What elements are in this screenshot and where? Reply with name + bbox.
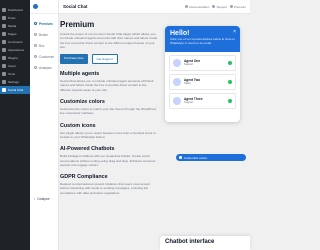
avatar bbox=[173, 58, 181, 67]
plugin-sidebar: Premium Button Box Customize Analytics ‹… bbox=[30, 0, 59, 250]
star-icon bbox=[34, 22, 37, 25]
support-link[interactable]: Support bbox=[212, 5, 227, 9]
whatsapp-icon bbox=[228, 60, 232, 65]
whatsapp-icon bbox=[2, 88, 6, 92]
chart-icon bbox=[34, 66, 37, 69]
documentation-link[interactable]: Documentation bbox=[185, 5, 209, 9]
sidebar-item-analytics[interactable]: Analytics bbox=[30, 62, 58, 73]
box-icon bbox=[34, 44, 37, 47]
section-custom-icons: Custom icons Our plugin allows you to se… bbox=[60, 123, 158, 140]
purchase-button[interactable]: Purchase Now bbox=[60, 54, 88, 65]
section-title: GDPR Compliance bbox=[60, 174, 108, 181]
wp-menu-settings[interactable]: Settings bbox=[0, 78, 30, 86]
whatsapp-icon bbox=[228, 98, 232, 103]
help-icon bbox=[212, 5, 216, 8]
support-button[interactable]: Get Support bbox=[91, 54, 118, 65]
sidebar-item-box[interactable]: Box bbox=[30, 40, 58, 51]
button-icon bbox=[34, 33, 37, 36]
section-title: Multiple agents bbox=[60, 71, 100, 78]
media-icon bbox=[2, 24, 6, 28]
section-text: Build intelligent chatbots with our visu… bbox=[60, 154, 156, 167]
brush-icon bbox=[34, 55, 37, 58]
wp-menu-comments[interactable]: Comments bbox=[0, 38, 30, 46]
widget-subtitle: Click one of our representatives below t… bbox=[170, 37, 235, 45]
section-title: Custom icons bbox=[60, 122, 96, 129]
wp-menu-dashboard[interactable]: Dashboard bbox=[0, 6, 30, 14]
chatbot-preview-card: Chatbot interface bbox=[160, 236, 250, 250]
wp-menu-social-chat[interactable]: Social Chat bbox=[0, 86, 30, 94]
section-text: Customize the colors to match your site … bbox=[60, 107, 157, 116]
agent-role: Support bbox=[184, 63, 194, 67]
sidebar-item-button[interactable]: Button bbox=[30, 29, 58, 40]
section-ai-chatbots: AI-Powered Chatbots Build intelligent ch… bbox=[60, 146, 158, 167]
section-text: Our plugin allows you to select between … bbox=[60, 130, 156, 139]
page-title: Premium bbox=[60, 20, 95, 29]
comments-icon bbox=[2, 40, 6, 44]
pages-icon bbox=[2, 32, 6, 36]
customize-colors-preview[interactable]: Customize colors bbox=[176, 154, 246, 161]
premium-link[interactable]: Premium bbox=[229, 5, 246, 9]
agent-card[interactable]: Agent One Support bbox=[169, 54, 236, 71]
avatar bbox=[173, 77, 181, 86]
users-icon bbox=[2, 64, 6, 68]
sidebar-item-premium[interactable]: Premium bbox=[30, 18, 58, 29]
wp-menu-appearance[interactable]: Appearance bbox=[0, 46, 30, 54]
section-multiple-agents: Multiple agents Social Chat allows you t… bbox=[60, 71, 158, 92]
section-text: Respect to international consent initiat… bbox=[60, 182, 150, 195]
wp-admin-sidebar: Dashboard Posts Media Pages Comments App… bbox=[0, 0, 30, 250]
book-icon bbox=[185, 5, 189, 8]
avatar bbox=[173, 96, 181, 105]
intro-text: Unlock the power of our premium Social C… bbox=[60, 32, 158, 49]
plugin-brand bbox=[30, 0, 58, 14]
section-title: Customize colors bbox=[60, 99, 105, 106]
wp-menu-posts[interactable]: Posts bbox=[0, 14, 30, 22]
wp-menu-tools[interactable]: Tools bbox=[0, 70, 30, 78]
agent-card[interactable]: Agent Three Support bbox=[169, 92, 236, 109]
collapse-button[interactable]: ‹ Collapse bbox=[34, 197, 49, 201]
close-icon[interactable]: × bbox=[233, 29, 236, 35]
chatbot-preview-title: Chatbot interface bbox=[165, 239, 215, 245]
app-title: Social Chat bbox=[63, 4, 88, 9]
chat-widget-preview: Hello! Click one of our representatives … bbox=[165, 26, 240, 122]
top-bar: Social Chat Documentation Support Premiu… bbox=[59, 0, 250, 14]
section-text: Social Chat allows you to include unlimi… bbox=[60, 79, 154, 92]
star-icon bbox=[229, 5, 233, 8]
agent-role: Support bbox=[184, 101, 194, 105]
appearance-icon bbox=[2, 48, 6, 52]
wp-menu-users[interactable]: Users bbox=[0, 62, 30, 70]
agent-role: Sales bbox=[184, 82, 191, 86]
dashboard-icon bbox=[2, 8, 6, 12]
wp-menu-pages[interactable]: Pages bbox=[0, 30, 30, 38]
palette-icon bbox=[179, 156, 182, 159]
widget-header: Hello! Click one of our representatives … bbox=[165, 26, 240, 52]
section-title: AI-Powered Chatbots bbox=[60, 146, 115, 153]
chevron-left-icon: ‹ bbox=[34, 197, 36, 201]
wp-menu-media[interactable]: Media bbox=[0, 22, 30, 30]
sidebar-item-customize[interactable]: Customize bbox=[30, 51, 58, 62]
posts-icon bbox=[2, 16, 6, 20]
agent-card[interactable]: Agent Two Sales bbox=[169, 73, 236, 90]
section-gdpr: GDPR Compliance Respect to international… bbox=[60, 174, 158, 195]
tools-icon bbox=[2, 72, 6, 76]
main-content: Premium Unlock the power of our premium … bbox=[60, 20, 158, 195]
widget-greeting: Hello! bbox=[170, 30, 190, 37]
wp-menu-plugins[interactable]: Plugins bbox=[0, 54, 30, 62]
whatsapp-icon bbox=[228, 79, 232, 84]
plugins-icon bbox=[2, 56, 6, 60]
logo-icon bbox=[33, 4, 38, 9]
settings-icon bbox=[2, 80, 6, 84]
section-customize-colors: Customize colors Customize the colors to… bbox=[60, 99, 158, 116]
